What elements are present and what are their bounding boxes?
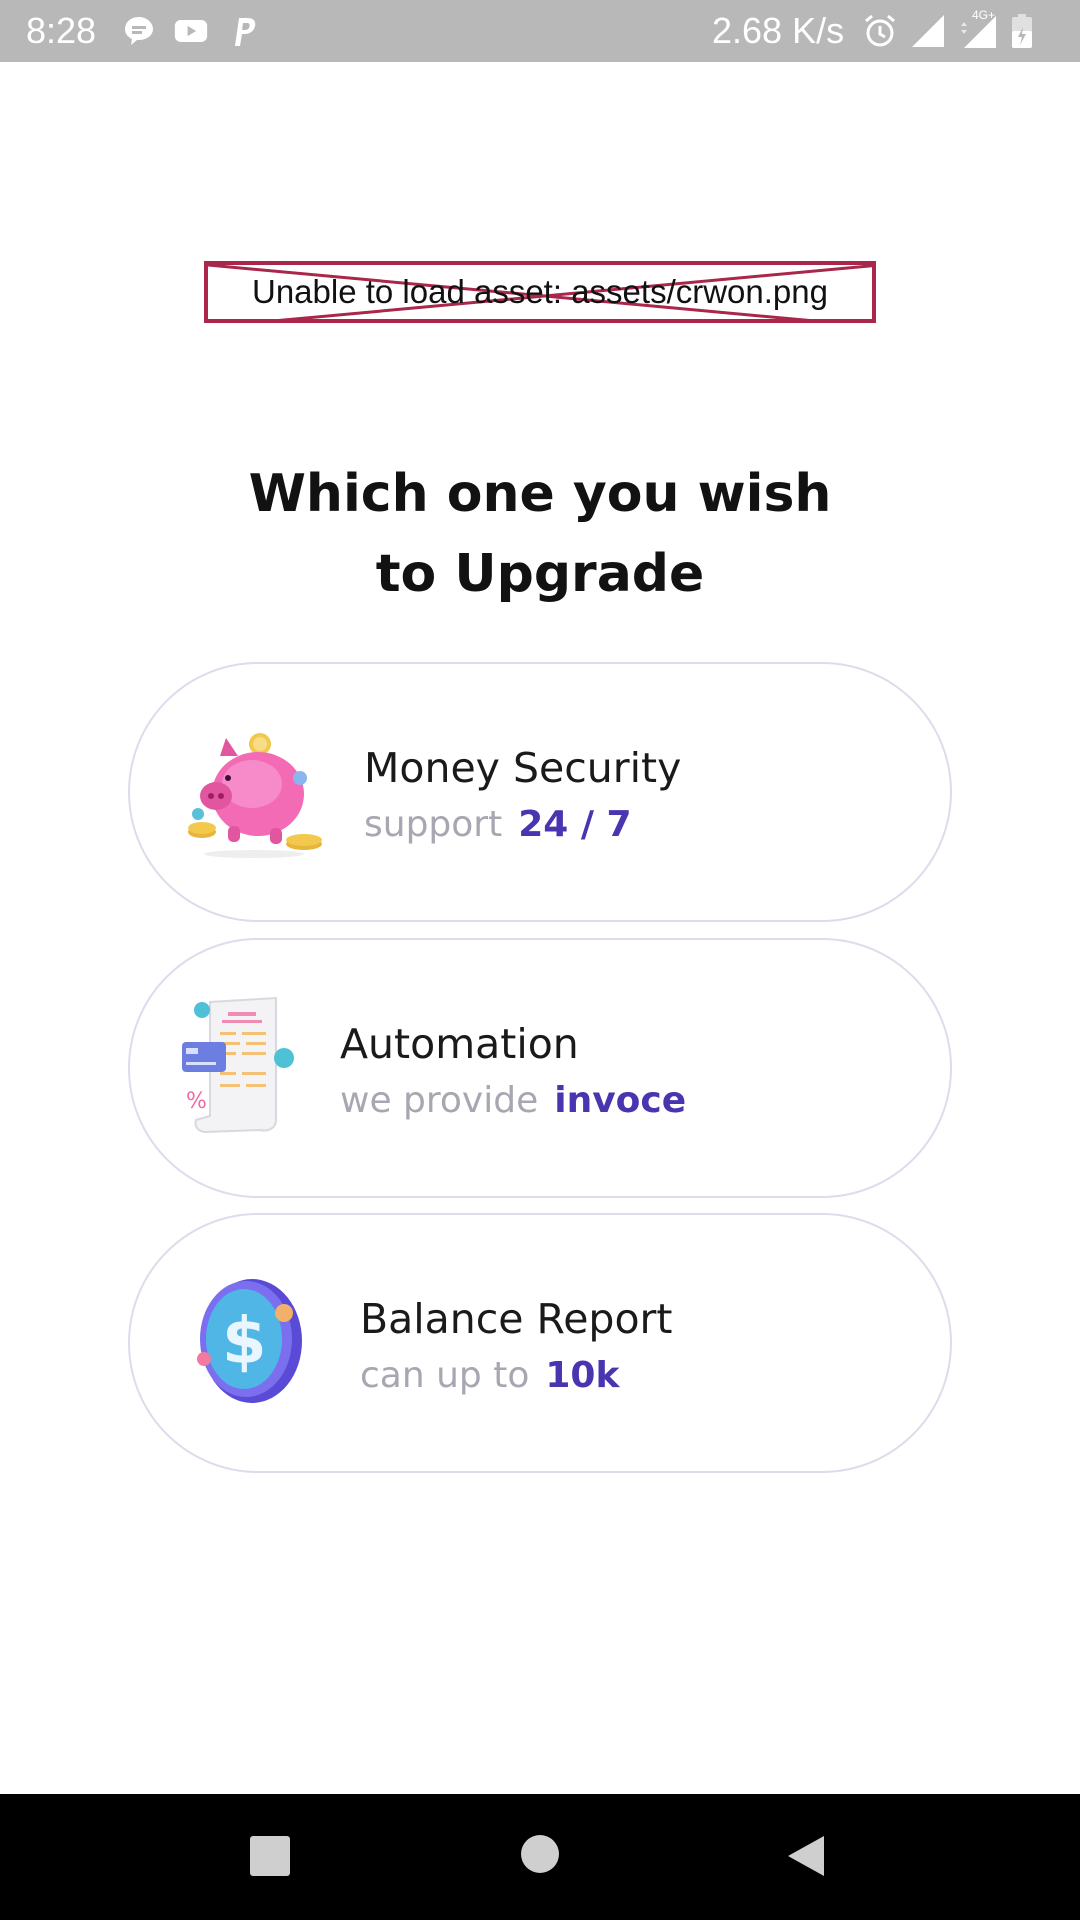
option-card-automation[interactable]: % Automation we provide invoce <box>128 938 952 1198</box>
piggy-bank-icon <box>182 726 334 866</box>
network-speed: 2.68 K/s <box>712 10 845 51</box>
paypal-icon <box>226 14 260 48</box>
chat-icon <box>122 14 156 48</box>
option-subtitle-text: we provide <box>340 1080 539 1121</box>
status-time: 8:28 <box>26 10 97 51</box>
option-title: Balance Report <box>360 1295 673 1343</box>
asset-error-text: Unable to load asset: assets/crwon.png <box>251 273 828 310</box>
alarm-icon <box>862 13 898 53</box>
option-subtitle-accent: 10k <box>545 1355 620 1396</box>
youtube-icon <box>174 14 208 48</box>
asset-error-banner: Unable to load asset: assets/crwon.png <box>204 261 876 323</box>
option-subtitle-accent: invoce <box>554 1080 687 1121</box>
dollar-coin-icon: $ <box>194 1275 314 1409</box>
status-bar: 8:28 2.68 K/s 4G+ <box>0 0 1080 62</box>
status-system-icons: 4G+ <box>862 8 1034 54</box>
page-title-line-2: to Upgrade <box>375 544 705 604</box>
svg-text:$: $ <box>222 1305 267 1379</box>
battery-icon <box>1010 13 1034 53</box>
option-subtitle-accent: 24 / 7 <box>518 804 632 845</box>
home-button[interactable] <box>520 1834 560 1878</box>
option-card-balance-report[interactable]: $ Balance Report can up to 10k <box>128 1213 952 1473</box>
page-title: Which one you wish to Upgrade <box>140 454 940 614</box>
option-subtitle: can up to 10k <box>360 1355 619 1396</box>
4g-signal-icon: 4G+ <box>958 8 998 54</box>
option-title: Automation <box>340 1020 579 1068</box>
option-subtitle-text: can up to <box>360 1355 530 1396</box>
recents-button[interactable] <box>250 1836 290 1880</box>
back-button[interactable] <box>786 1834 826 1882</box>
option-subtitle-text: support <box>364 804 503 845</box>
network-label: 4G+ <box>972 8 996 22</box>
invoice-icon: % <box>180 992 304 1140</box>
navigation-bar <box>0 1794 1080 1920</box>
status-notification-icons <box>122 14 260 48</box>
signal-icon <box>910 13 946 53</box>
option-card-money-security[interactable]: Money Security support 24 / 7 <box>128 662 952 922</box>
option-subtitle: support 24 / 7 <box>364 804 632 845</box>
option-subtitle: we provide invoce <box>340 1080 686 1121</box>
page-title-line-1: Which one you wish <box>248 464 832 524</box>
svg-text:%: % <box>186 1089 207 1114</box>
option-title: Money Security <box>364 744 682 792</box>
